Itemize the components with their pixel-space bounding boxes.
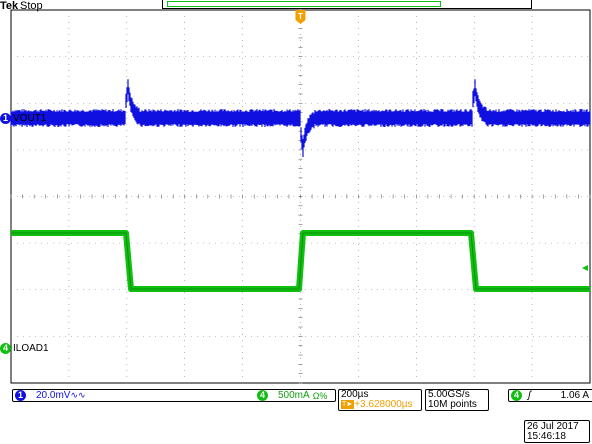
ch1-marker[interactable]: 1 VOUT1 bbox=[0, 112, 46, 124]
ch1-bandwidth-icon: ∿∿ bbox=[70, 390, 86, 400]
waveform-display[interactable]: T bbox=[0, 0, 592, 444]
trigger-position-value: +3.628000µs bbox=[354, 399, 413, 410]
trigger-source-badge: 4 bbox=[511, 390, 522, 401]
graticule bbox=[10, 9, 591, 384]
trigger-readout[interactable]: 4 ʃ 1.06 A bbox=[508, 389, 592, 402]
trigger-level-arrow bbox=[582, 265, 588, 271]
time-label: 15:46:18 bbox=[527, 431, 566, 442]
datetime-readout: 26 Jul 2017 15:46:18 bbox=[524, 420, 590, 443]
ch1-scale-badge: 1 bbox=[15, 390, 26, 401]
ch4-scale-badge: 4 bbox=[257, 390, 268, 401]
trigger-position-letter: T bbox=[298, 12, 303, 21]
trigger-position-icon: T► bbox=[341, 400, 355, 409]
ch4-scale-value: 500mA bbox=[278, 390, 310, 401]
vertical-scale-readout[interactable]: 1 20.0mV ∿∿ 4 500mA Ω% bbox=[12, 389, 336, 402]
ch4-scale[interactable]: 4 500mA Ω% bbox=[257, 390, 327, 401]
ch1-scale-value: 20.0mV bbox=[36, 390, 71, 401]
ch1-number-badge: 1 bbox=[0, 112, 11, 124]
ch1-name: VOUT1 bbox=[13, 112, 47, 124]
trigger-position: T► +3.628000µs bbox=[341, 399, 413, 410]
acquisition-readout[interactable]: 5.00GS/s 10M points bbox=[425, 389, 489, 411]
timebase-readout[interactable]: 200µs T► +3.628000µs bbox=[338, 389, 422, 411]
ch1-scale[interactable]: 1 20.0mV ∿∿ bbox=[15, 390, 86, 401]
record-length: 10M points bbox=[428, 399, 477, 410]
ch4-number-badge: 4 bbox=[0, 342, 11, 354]
trigger-slope-icon: ʃ bbox=[528, 390, 531, 401]
ch1-waveform bbox=[10, 79, 591, 157]
ch4-marker[interactable]: 4 ILOAD1 bbox=[0, 342, 49, 354]
ch4-termination-icon: Ω% bbox=[312, 390, 328, 401]
trigger-level: 1.06 A bbox=[560, 390, 589, 401]
ch4-name: ILOAD1 bbox=[13, 342, 49, 354]
